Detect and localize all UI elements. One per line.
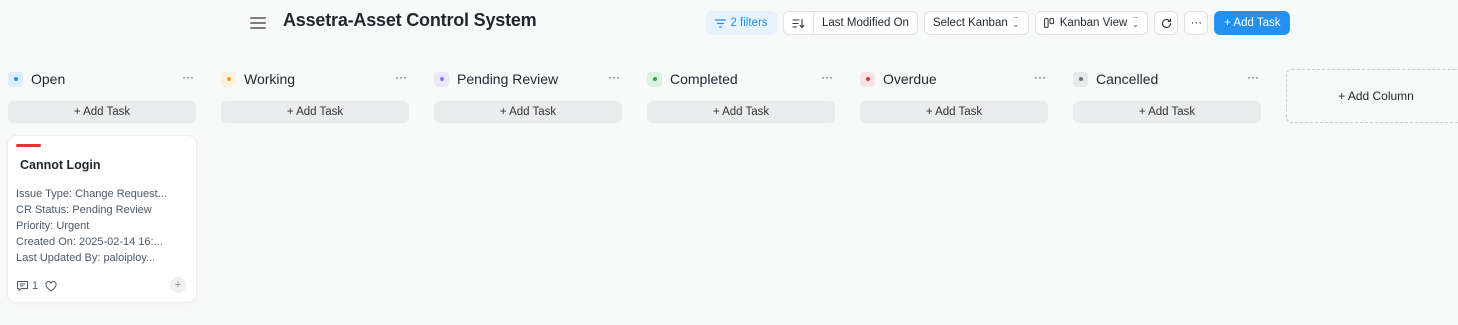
column-title: Completed: [670, 71, 738, 87]
task-card[interactable]: Cannot Login Issue Type: Change Request.…: [8, 136, 196, 302]
status-dot-icon: [647, 71, 662, 87]
column-working: Working ··· + Add Task: [221, 66, 409, 302]
select-kanban-label: Select Kanban: [932, 17, 1008, 29]
status-dot-icon: [8, 71, 23, 87]
card-fields: Issue Type: Change Request... CR Status:…: [16, 186, 188, 266]
card-field: Last Updated By: paloiploy...: [16, 252, 156, 264]
column-more-button[interactable]: ···: [395, 70, 407, 84]
card-title: Cannot Login: [20, 158, 101, 172]
column-title: Pending Review: [457, 71, 559, 87]
heart-icon[interactable]: [45, 280, 57, 292]
add-column-button[interactable]: + Add Column: [1286, 69, 1458, 123]
column-header: Overdue ···: [860, 66, 1048, 92]
kanban-icon: [1043, 18, 1054, 28]
kanban-board: Open ··· + Add Task Cannot Login Issue T…: [8, 66, 1261, 302]
view-switcher-dropdown[interactable]: Kanban View ⌃⌄: [1034, 11, 1149, 35]
column-overdue: Overdue ··· + Add Task: [860, 66, 1048, 302]
column-header: Cancelled ···: [1073, 66, 1261, 92]
status-dot-icon: [860, 71, 875, 87]
status-dot-icon: [1073, 71, 1088, 87]
column-title: Open: [31, 71, 66, 87]
chevron-up-down-icon: ⌃⌄: [1012, 17, 1020, 29]
column-more-button[interactable]: ···: [608, 70, 620, 84]
card-add-button[interactable]: +: [170, 277, 186, 293]
card-field: Issue Type: Change Request...: [16, 188, 167, 200]
priority-bar: [16, 144, 41, 147]
column-cancelled: Cancelled ··· + Add Task: [1073, 66, 1261, 302]
add-task-button[interactable]: + Add Task: [1214, 11, 1291, 35]
card-footer: 1: [16, 280, 188, 292]
refresh-button[interactable]: [1154, 11, 1179, 35]
sort-direction-button[interactable]: [784, 12, 813, 34]
column-pending-review: Pending Review ··· + Add Task: [434, 66, 622, 302]
column-open: Open ··· + Add Task Cannot Login Issue T…: [8, 66, 196, 302]
comment-icon[interactable]: [16, 280, 29, 292]
status-dot-icon: [221, 71, 236, 87]
sort-field-button[interactable]: Last Modified On: [813, 12, 917, 34]
column-completed: Completed ··· + Add Task: [647, 66, 835, 302]
filter-icon: [715, 18, 727, 28]
sort-descending-icon: [792, 18, 805, 28]
card-field: Created On: 2025-02-14 16:...: [16, 236, 163, 248]
column-more-button[interactable]: ···: [821, 70, 833, 84]
status-dot-icon: [434, 71, 449, 87]
column-header: Pending Review ···: [434, 66, 622, 92]
column-title: Overdue: [883, 71, 937, 87]
comment-count: 1: [32, 280, 39, 292]
page-title: Assetra-Asset Control System: [283, 10, 537, 30]
column-add-task-button[interactable]: + Add Task: [8, 101, 196, 123]
toolbar: 2 filters Last Modified On Select Kanban…: [706, 11, 1291, 35]
column-more-button[interactable]: ···: [1247, 70, 1259, 84]
column-header: Completed ···: [647, 66, 835, 92]
refresh-icon: [1161, 17, 1171, 28]
column-header: Open ···: [8, 66, 196, 92]
sort-group: Last Modified On: [783, 11, 918, 35]
column-add-task-button[interactable]: + Add Task: [221, 101, 409, 123]
card-field: Priority: Urgent: [16, 220, 90, 232]
menu-icon[interactable]: [250, 14, 266, 30]
filters-label: 2 filters: [730, 17, 768, 29]
column-add-task-button[interactable]: + Add Task: [434, 101, 622, 123]
column-header: Working ···: [221, 66, 409, 92]
column-add-task-button[interactable]: + Add Task: [647, 101, 835, 123]
column-title: Working: [244, 71, 296, 87]
column-more-button[interactable]: ···: [1034, 70, 1046, 84]
column-add-task-button[interactable]: + Add Task: [1073, 101, 1261, 123]
view-label: Kanban View: [1059, 17, 1128, 29]
card-field: CR Status: Pending Review: [16, 204, 152, 216]
column-title: Cancelled: [1096, 71, 1159, 87]
filters-button[interactable]: 2 filters: [706, 11, 777, 35]
column-more-button[interactable]: ···: [182, 70, 194, 84]
more-options-button[interactable]: ···: [1184, 11, 1209, 35]
select-kanban-dropdown[interactable]: Select Kanban ⌃⌄: [923, 11, 1029, 35]
column-add-task-button[interactable]: + Add Task: [860, 101, 1048, 123]
chevron-up-down-icon: ⌃⌄: [1131, 17, 1139, 29]
